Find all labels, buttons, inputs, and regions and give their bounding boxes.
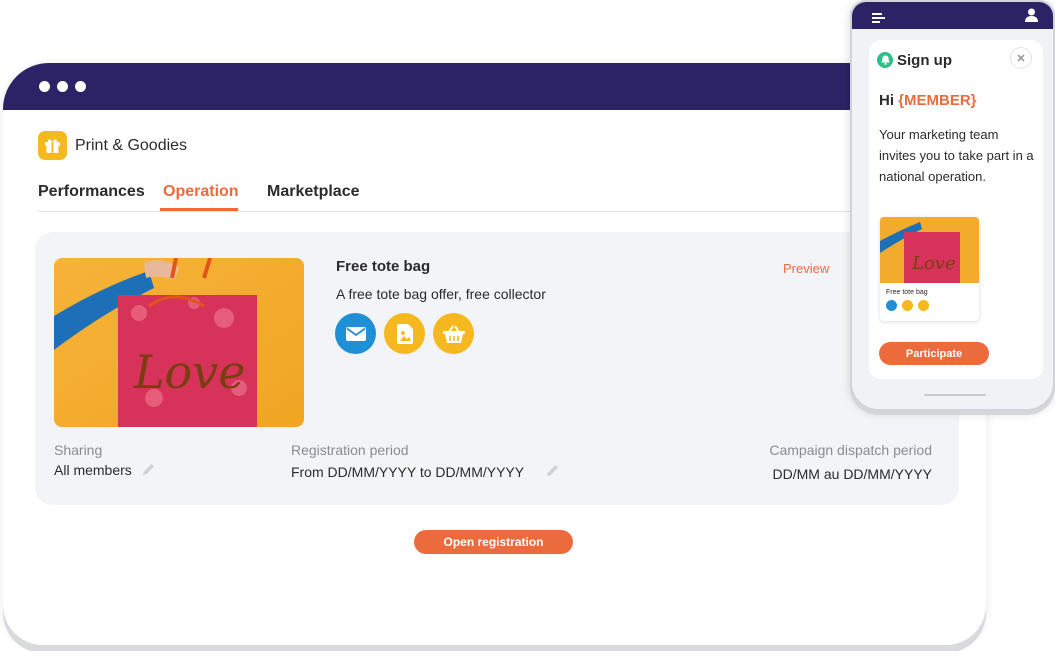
user-icon[interactable]	[1025, 8, 1038, 27]
member-tag: {MEMBER}	[898, 92, 977, 109]
menu-icon[interactable]	[872, 10, 885, 28]
phone-preview: Sign up Hi {MEMBER} Your marketing team …	[850, 0, 1055, 411]
tab-bar: Performances Operation Marketplace	[38, 171, 960, 212]
window-control-dot[interactable]	[57, 81, 68, 92]
participate-button[interactable]: Participate	[879, 342, 989, 365]
tab-operation[interactable]: Operation	[163, 183, 239, 201]
greeting: Hi {MEMBER}	[879, 92, 977, 109]
phone-header-bar	[852, 2, 1053, 29]
edit-registration-pencil-icon[interactable]	[545, 463, 560, 483]
signup-title: Sign up	[897, 52, 952, 69]
close-icon[interactable]	[1010, 47, 1032, 69]
print-document-icon	[396, 323, 413, 344]
offer-image: Love	[54, 258, 304, 427]
operation-card: Love Free tote bag A free tote bag offer…	[35, 232, 959, 505]
goodies-channel-button[interactable]	[433, 313, 474, 354]
email-channel-button[interactable]	[335, 313, 376, 354]
registration-value: From DD/MM/YYYY to DD/MM/YYYY	[291, 464, 525, 480]
bell-icon	[877, 52, 893, 68]
home-indicator	[924, 394, 986, 396]
brand-header: Print & Goodies	[38, 131, 187, 160]
svg-text:Love: Love	[911, 253, 956, 274]
browser-window: Print & Goodies Performances Operation M…	[3, 63, 986, 645]
gift-icon	[38, 131, 67, 160]
tab-performances[interactable]: Performances	[38, 183, 145, 201]
mini-offer-image: Love	[880, 217, 979, 283]
offer-description: A free tote bag offer, free collector	[336, 286, 546, 302]
dispatch-label: Campaign dispatch period	[769, 442, 932, 458]
active-tab-indicator	[160, 208, 238, 211]
sharing-value: All members	[54, 462, 132, 478]
offer-title: Free tote bag	[336, 258, 431, 275]
open-registration-button[interactable]: Open registration	[414, 530, 573, 554]
registration-label: Registration period	[291, 442, 409, 458]
mini-basket-icon	[918, 300, 929, 311]
mini-offer-card[interactable]: Love Free tote bag	[880, 217, 979, 321]
print-channel-button[interactable]	[384, 313, 425, 354]
window-control-dot[interactable]	[75, 81, 86, 92]
preview-link[interactable]: Preview	[783, 261, 829, 276]
signup-panel: Sign up Hi {MEMBER} Your marketing team …	[869, 40, 1043, 379]
invite-text: Your marketing team invites you to take …	[879, 127, 1034, 184]
window-control-dot[interactable]	[39, 81, 50, 92]
edit-sharing-pencil-icon[interactable]	[141, 462, 156, 482]
mini-print-document-icon	[902, 300, 913, 311]
mini-email-icon	[886, 300, 897, 311]
sharing-label: Sharing	[54, 442, 103, 458]
window-title-bar	[3, 63, 986, 110]
email-icon	[345, 326, 366, 341]
svg-text:Love: Love	[133, 345, 245, 399]
dispatch-value: DD/MM au DD/MM/YYYY	[772, 466, 932, 482]
greeting-hi: Hi	[879, 92, 894, 109]
mini-offer-title: Free tote bag	[886, 289, 928, 296]
tab-marketplace[interactable]: Marketplace	[267, 183, 360, 201]
brand-title: Print & Goodies	[75, 136, 188, 154]
basket-icon	[442, 324, 465, 343]
